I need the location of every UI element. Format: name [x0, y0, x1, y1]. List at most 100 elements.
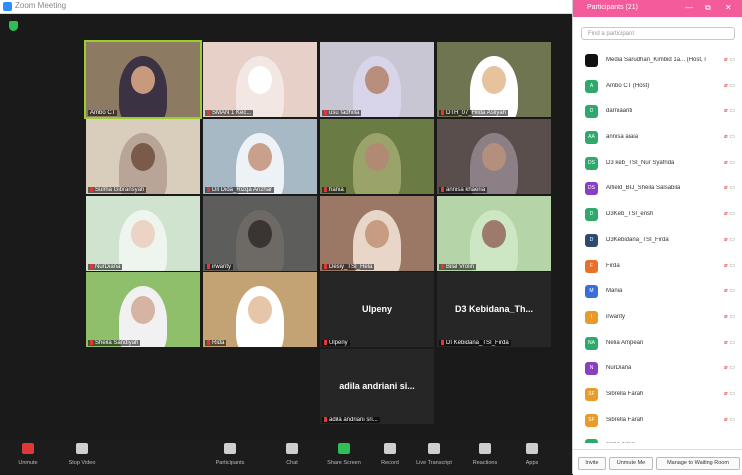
tile-name-label: SMAN 1 Kec...	[205, 109, 254, 116]
record-button[interactable]: Record	[370, 443, 410, 466]
participant-row[interactable]: D D3Keb_TSI_ensh ⌀ ▭	[573, 202, 742, 228]
muted-mic-icon	[324, 416, 327, 422]
tile-name-label: annisa khaeria	[439, 186, 488, 193]
participant-row[interactable]: Ddarniaanti ⌀ ▭	[573, 99, 742, 125]
video-tile[interactable]: D3 Kebidana_Th... DI Kebidana_TSI_Firda	[437, 272, 551, 347]
video-tile[interactable]: Ambo CT	[84, 40, 202, 119]
participant-name: Ambo CT (Host)	[606, 82, 650, 89]
avatar: D	[585, 105, 598, 119]
participant-row[interactable]: D D3Kebidana_TSI_Firda ⌀ ▭	[573, 228, 742, 254]
reactions-button[interactable]: Reactions	[465, 443, 505, 466]
video-tile[interactable]: usu fadhilla	[320, 42, 434, 117]
participants-button[interactable]: Participants	[210, 443, 250, 466]
tile-name-label: Bilal Vrolin	[439, 263, 477, 270]
participant-name: Alfield_BIJ_Sheila Salsabila	[606, 185, 681, 192]
tile-name-label: Ulpeny	[322, 339, 350, 346]
avatar: D	[585, 233, 598, 247]
avatar: N	[585, 362, 598, 376]
participant-name-large: Ulpeny	[361, 303, 392, 314]
invite-button[interactable]: Invite	[578, 457, 606, 470]
video-tile[interactable]: Ulpeny Ulpeny	[320, 272, 434, 347]
stop-video-button[interactable]: Stop Video	[62, 443, 102, 466]
participant-row[interactable]: AA annisa aiaia ⌀ ▭	[573, 125, 742, 151]
participant-row[interactable]: N NurDiana ⌀ ▭	[573, 356, 742, 382]
participant-status-icons: ⌀ ▭	[724, 339, 735, 346]
participant-status-icons: ⌀ ▭	[724, 236, 735, 243]
muted-mic-icon	[324, 186, 327, 192]
minimize-icon[interactable]: —	[685, 3, 693, 12]
participant-row[interactable]: DS Alfield_BIJ_Sheila Salsabila ⌀ ▭	[573, 176, 742, 202]
panel-title: Participants (21)	[587, 4, 638, 11]
popout-icon[interactable]: ⧉	[705, 3, 711, 13]
unmute-button[interactable]: Unmute	[8, 443, 48, 466]
participant-status-icons: ⌀ ▭	[724, 416, 735, 423]
participant-name: D3Kebidana_TSI_Firda	[606, 236, 669, 243]
record-icon	[384, 443, 396, 454]
muted-mic-icon	[90, 263, 93, 269]
tile-name-label: Sulma Gibransyah	[88, 186, 147, 193]
camera-icon: ▭	[729, 313, 735, 320]
close-icon[interactable]: ✕	[725, 3, 732, 12]
live-transcript-button[interactable]: Live Transcript	[414, 443, 454, 466]
participant-row[interactable]: A Ambo CT (Host) ⌀ ▭	[573, 74, 742, 100]
participant-search-input[interactable]: Find a participant	[581, 27, 735, 40]
participant-status-icons: ⌀ ▭	[724, 184, 735, 191]
participant-row[interactable]: DS D3 keb_TSI_Nur Syafrida ⌀ ▭	[573, 151, 742, 177]
participant-row[interactable]: Media Sarudhan_Kimbid 1a... (Host, me) ⌀ …	[573, 48, 742, 74]
camera-icon: ▭	[729, 236, 735, 243]
tile-name-label: Rida	[205, 339, 227, 346]
apps-button[interactable]: Apps	[512, 443, 552, 466]
participant-status-icons: ⌀ ▭	[724, 313, 735, 320]
participant-face	[131, 220, 155, 248]
participant-status-icons: ⌀ ▭	[724, 159, 735, 166]
muted-mic-icon	[207, 186, 210, 192]
participant-face	[482, 143, 506, 171]
toolbar-label: Stop Video	[68, 460, 96, 466]
tile-name-label: DTH_07_Hilda Asliyah	[439, 109, 509, 116]
manage-waiting-room-button[interactable]: Manage to Waiting Room	[656, 457, 740, 470]
share-screen-button[interactable]: Share Screen	[324, 443, 364, 466]
participant-name: salsa nilesi	[606, 442, 635, 443]
camera-icon: ▭	[729, 390, 735, 397]
participant-face	[482, 66, 506, 94]
video-tile[interactable]: Sheila Sandiyah	[86, 272, 200, 347]
video-tile[interactable]: Bilal Vrolin	[437, 196, 551, 271]
security-shield-icon[interactable]	[9, 21, 18, 31]
toolbar-label: Participants	[215, 460, 245, 466]
video-tile[interactable]: DTH_07_Hilda Asliyah	[437, 42, 551, 117]
video-tile[interactable]: hania	[320, 119, 434, 194]
participant-status-icons: ⌀ ▭	[724, 262, 735, 269]
reactions-icon	[479, 443, 491, 454]
video-tile[interactable]: adila andriani si... adila andriani sri..…	[320, 349, 434, 424]
participant-row[interactable]: salsa nilesi ⌀ ▭	[573, 433, 742, 443]
video-tile[interactable]: Rida	[203, 272, 317, 347]
participant-name: Mania	[606, 288, 623, 295]
video-tile[interactable]: SMAN 1 Kec...	[203, 42, 317, 117]
participant-row[interactable]: NA Nelia Ampeari ⌀ ▭	[573, 331, 742, 357]
video-tile[interactable]: Sulma Gibransyah	[86, 119, 200, 194]
participant-row[interactable]: SF Sibrella Farah ⌀ ▭	[573, 408, 742, 434]
video-tile[interactable]: annisa khaeria	[437, 119, 551, 194]
participant-status-icons: ⌀ ▭	[724, 133, 735, 140]
tile-name-label: hania	[322, 186, 346, 193]
video-tile[interactable]: Dil Dida_Rizqa Anzhar	[203, 119, 317, 194]
video-tile[interactable]: NurDiana	[86, 196, 200, 271]
participant-face	[131, 66, 155, 94]
unmute-me-button[interactable]: Unmute Me	[609, 457, 653, 470]
participant-face	[482, 220, 506, 248]
zoom-logo-icon	[3, 2, 12, 11]
tile-name-label: Desiy_TSI_Hela	[322, 263, 375, 270]
avatar	[585, 439, 598, 443]
video-tile[interactable]: Desiy_TSI_Hela	[320, 196, 434, 271]
participant-row[interactable]: F Firda ⌀ ▭	[573, 254, 742, 280]
video-tile[interactable]: irwanty	[203, 196, 317, 271]
participant-status-icons: ⌀ ▭	[724, 210, 735, 217]
participant-row[interactable]: M Mania ⌀ ▭	[573, 279, 742, 305]
participant-face	[365, 143, 389, 171]
participant-row[interactable]: SF Sibrella Farah ⌀ ▭	[573, 382, 742, 408]
camera-icon: ▭	[729, 57, 735, 63]
muted-mic-icon	[324, 263, 327, 269]
participant-face	[131, 143, 155, 171]
participant-row[interactable]: Iirwanty ⌀ ▭	[573, 305, 742, 331]
chat-button[interactable]: Chat	[272, 443, 312, 466]
